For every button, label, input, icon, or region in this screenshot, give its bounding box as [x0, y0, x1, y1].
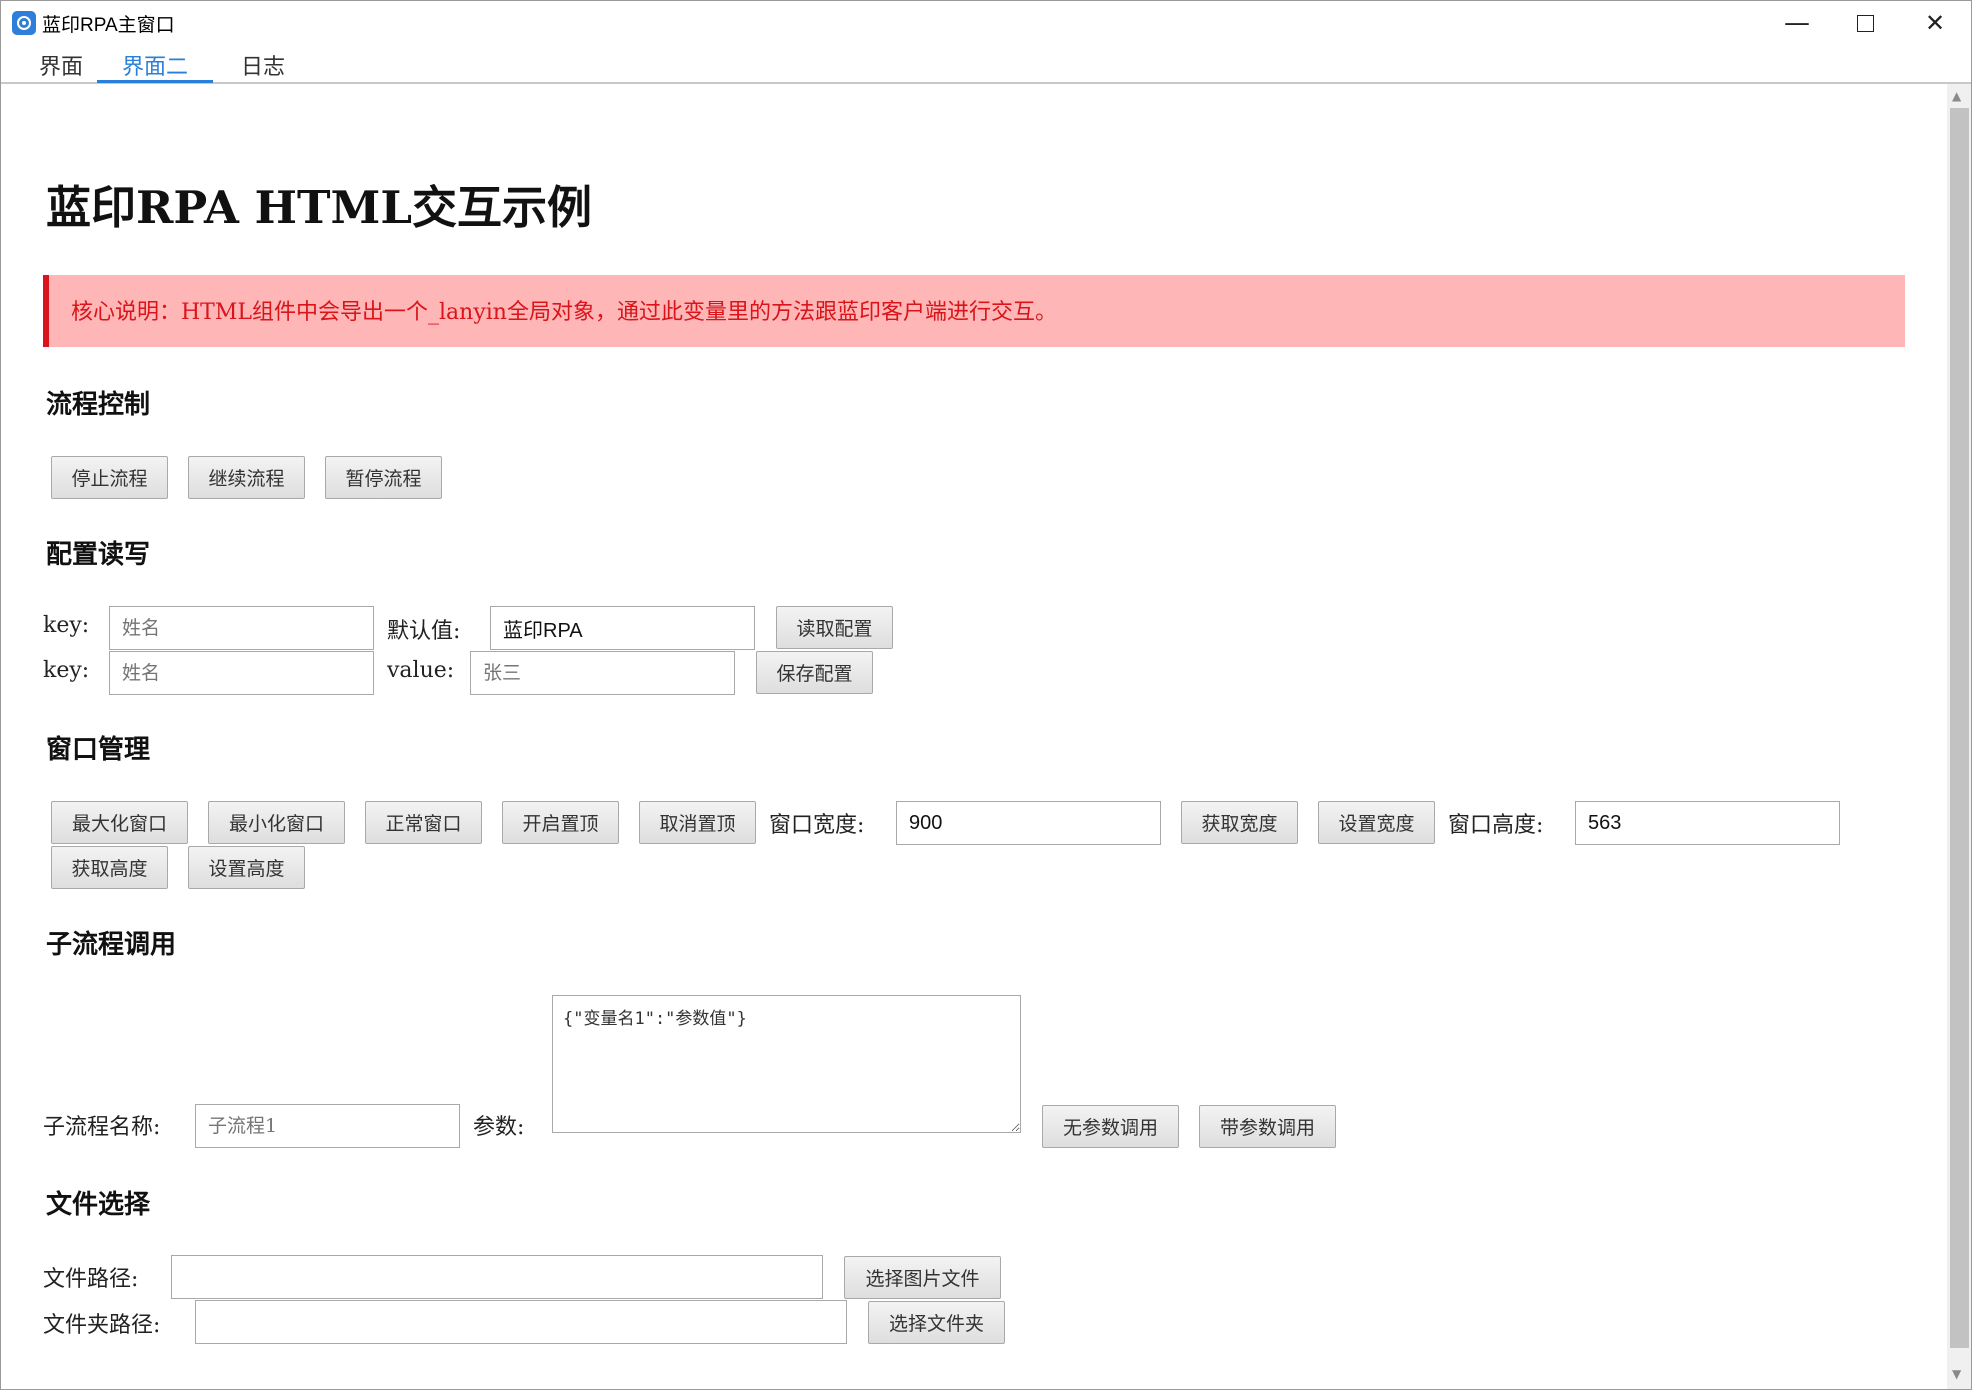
close-icon: ✕: [1924, 9, 1946, 37]
subflow-params-label: 参数:: [473, 1115, 525, 1140]
unpin-top-button[interactable]: 取消置顶: [639, 801, 756, 844]
config-read-key-input[interactable]: [109, 606, 374, 650]
call-without-params-button[interactable]: 无参数调用: [1042, 1105, 1179, 1148]
subflow-name-input[interactable]: [195, 1104, 460, 1148]
tab-interface[interactable]: 界面: [23, 49, 99, 80]
config-value-input[interactable]: [470, 651, 735, 695]
select-image-file-button[interactable]: 选择图片文件: [844, 1256, 1001, 1299]
window-width-label: 窗口宽度:: [769, 813, 865, 838]
continue-flow-button[interactable]: 继续流程: [188, 456, 305, 499]
window-title: 蓝印RPA主窗口: [42, 15, 175, 36]
folder-path-input[interactable]: [195, 1300, 847, 1344]
subflow-name-label: 子流程名称:: [43, 1115, 161, 1140]
get-height-button[interactable]: 获取高度: [51, 846, 168, 889]
pin-on-top-button[interactable]: 开启置顶: [502, 801, 619, 844]
pause-flow-button[interactable]: 暂停流程: [325, 456, 442, 499]
section-title-config: 配置读写: [46, 540, 151, 570]
folder-path-label: 文件夹路径:: [43, 1313, 161, 1338]
close-button[interactable]: ✕: [1901, 1, 1969, 45]
scrollbar-thumb[interactable]: [1950, 108, 1969, 1348]
section-title-flow-control: 流程控制: [46, 390, 151, 420]
config-value-label: value:: [387, 658, 455, 683]
page-content: 蓝印RPA HTML交互示例 核心说明：HTML组件中会导出一个_lanyin全…: [1, 84, 1947, 1389]
get-width-button[interactable]: 获取宽度: [1181, 801, 1298, 844]
window-width-input[interactable]: [896, 801, 1161, 845]
stop-flow-button[interactable]: 停止流程: [51, 456, 168, 499]
notice-text: 核心说明：HTML组件中会导出一个_lanyin全局对象，通过此变量里的方法跟蓝…: [71, 300, 1057, 325]
tab-log[interactable]: 日志: [223, 49, 303, 80]
tab-bar: 界面 界面二 日志: [1, 45, 1971, 84]
window-height-label: 窗口高度:: [1448, 813, 1544, 838]
config-read-key-label: key:: [43, 613, 90, 638]
minimize-window-button[interactable]: 最小化窗口: [208, 801, 345, 844]
app-logo-icon: [12, 11, 36, 35]
main-window: 蓝印RPA主窗口 — ✕ 界面 界面二 日志 ▲ ▼ 蓝印RPA HTML交互示…: [0, 0, 1972, 1390]
minimize-button[interactable]: —: [1763, 1, 1831, 45]
page-title: 蓝印RPA HTML交互示例: [46, 181, 592, 234]
set-width-button[interactable]: 设置宽度: [1318, 801, 1435, 844]
subflow-params-textarea[interactable]: {"变量名1":"参数值"}: [552, 995, 1021, 1133]
config-default-value-input[interactable]: [490, 606, 755, 650]
scroll-up-arrow-icon[interactable]: ▲: [1952, 89, 1961, 103]
window-height-input[interactable]: [1575, 801, 1840, 845]
save-config-button[interactable]: 保存配置: [756, 651, 873, 694]
file-path-input[interactable]: [171, 1255, 823, 1299]
set-height-button[interactable]: 设置高度: [188, 846, 305, 889]
minimize-icon: —: [1784, 8, 1810, 38]
section-title-subflow: 子流程调用: [46, 930, 177, 960]
title-bar: 蓝印RPA主窗口 — ✕: [1, 1, 1971, 45]
tab-interface-two[interactable]: 界面二: [97, 49, 213, 83]
core-notice-banner: 核心说明：HTML组件中会导出一个_lanyin全局对象，通过此变量里的方法跟蓝…: [43, 275, 1905, 347]
select-folder-button[interactable]: 选择文件夹: [868, 1301, 1005, 1344]
read-config-button[interactable]: 读取配置: [776, 606, 893, 649]
section-title-window-mgmt: 窗口管理: [46, 735, 151, 765]
config-write-key-input[interactable]: [109, 651, 374, 695]
maximize-window-button[interactable]: 最大化窗口: [51, 801, 188, 844]
normal-window-button[interactable]: 正常窗口: [365, 801, 482, 844]
maximize-icon: [1856, 14, 1874, 32]
call-with-params-button[interactable]: 带参数调用: [1199, 1105, 1336, 1148]
maximize-button[interactable]: [1831, 1, 1899, 45]
file-path-label: 文件路径:: [43, 1267, 139, 1292]
scroll-down-arrow-icon[interactable]: ▼: [1952, 1367, 1961, 1381]
config-default-label: 默认值:: [387, 619, 461, 644]
config-write-key-label: key:: [43, 658, 90, 683]
section-title-file-select: 文件选择: [46, 1190, 151, 1220]
